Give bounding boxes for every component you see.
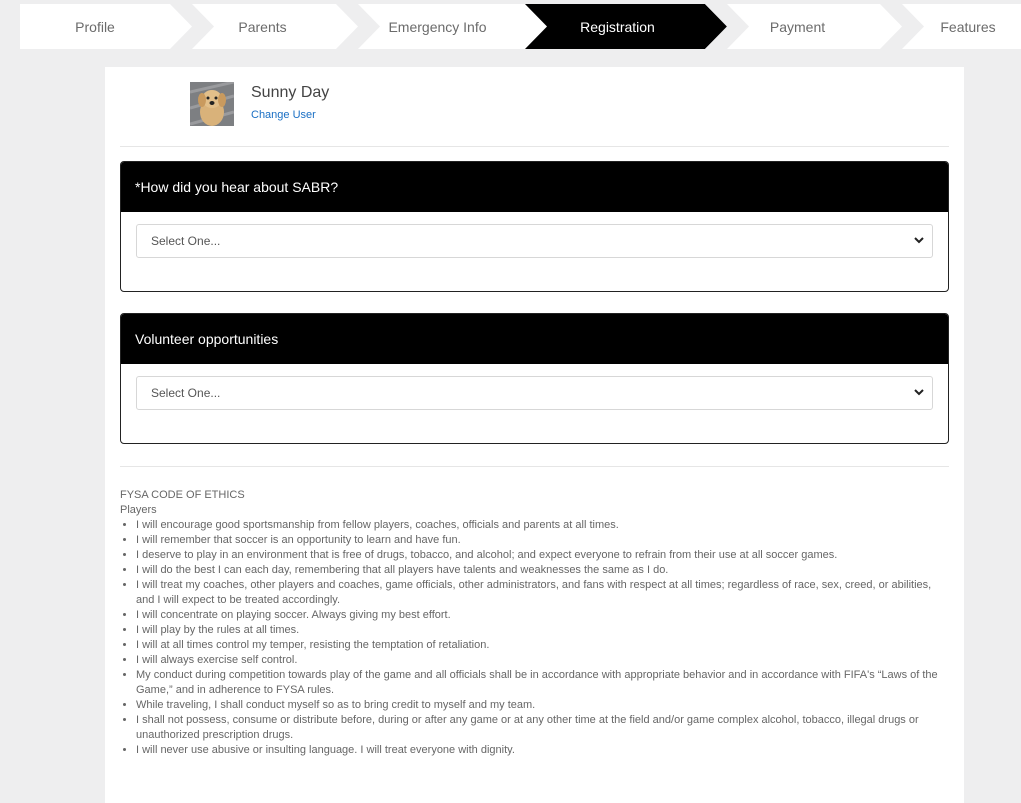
list-item: I will do the best I can each day, remem… <box>136 563 940 578</box>
registration-card: Sunny Day Change User *How did you hear … <box>105 67 964 803</box>
step-label: Emergency Info <box>388 18 487 35</box>
select-value: Select One... <box>151 386 221 400</box>
list-item: I will play by the rules at all times. <box>136 623 940 638</box>
panel-title: Volunteer opportunities <box>121 314 948 364</box>
select-value: Select One... <box>151 234 221 248</box>
user-header: Sunny Day Change User <box>190 82 590 130</box>
code-of-ethics: FYSA CODE OF ETHICS Players I will encou… <box>120 488 940 758</box>
list-item: While traveling, I shall conduct myself … <box>136 698 940 713</box>
step-profile[interactable]: Profile <box>20 4 170 49</box>
dog-photo-icon <box>190 82 234 126</box>
list-item: I will treat my coaches, other players a… <box>136 578 940 608</box>
step-emergency-info[interactable]: Emergency Info <box>355 4 520 49</box>
step-parents[interactable]: Parents <box>190 4 335 49</box>
list-item: I shall not possess, consume or distribu… <box>136 713 940 743</box>
step-label: Registration <box>580 18 655 35</box>
step-payment[interactable]: Payment <box>725 4 870 49</box>
divider <box>120 146 949 147</box>
list-item: I will concentrate on playing soccer. Al… <box>136 608 940 623</box>
ethics-subheading: Players <box>120 504 157 516</box>
list-item: I will always exercise self control. <box>136 653 940 668</box>
panel-title: *How did you hear about SABR? <box>121 162 948 212</box>
user-name: Sunny Day <box>251 84 330 101</box>
volunteer-opportunities-panel: Volunteer opportunities Select One... <box>120 313 949 444</box>
change-user-link[interactable]: Change User <box>251 109 316 121</box>
chevron-down-icon <box>914 389 924 396</box>
step-label: Payment <box>769 18 826 35</box>
ethics-list: I will encourage good sportsmanship from… <box>120 518 940 758</box>
ethics-heading: FYSA CODE OF ETHICS <box>120 489 245 501</box>
step-label: Parents <box>238 18 287 35</box>
step-features[interactable]: Features <box>915 4 1021 49</box>
list-item: I will encourage good sportsmanship from… <box>136 518 940 533</box>
step-label: Profile <box>75 18 115 35</box>
list-item: I deserve to play in an environment that… <box>136 548 940 563</box>
list-item: My conduct during competition towards pl… <box>136 668 940 698</box>
list-item: I will never use abusive or insulting la… <box>136 743 940 758</box>
list-item: I will at all times control my temper, r… <box>136 638 940 653</box>
list-item: I will remember that soccer is an opport… <box>136 533 940 548</box>
how-did-you-hear-panel: *How did you hear about SABR? Select One… <box>120 161 949 292</box>
step-label: Features <box>940 18 996 35</box>
avatar <box>190 82 234 126</box>
wizard-steps: Profile Parents Emergency Info Registrat… <box>0 4 1021 49</box>
volunteer-opportunities-select[interactable]: Select One... <box>136 376 933 410</box>
chevron-down-icon <box>914 237 924 244</box>
step-registration[interactable]: Registration <box>545 4 690 49</box>
divider <box>120 466 949 467</box>
how-did-you-hear-select[interactable]: Select One... <box>136 224 933 258</box>
step-bar-edge <box>0 4 20 49</box>
